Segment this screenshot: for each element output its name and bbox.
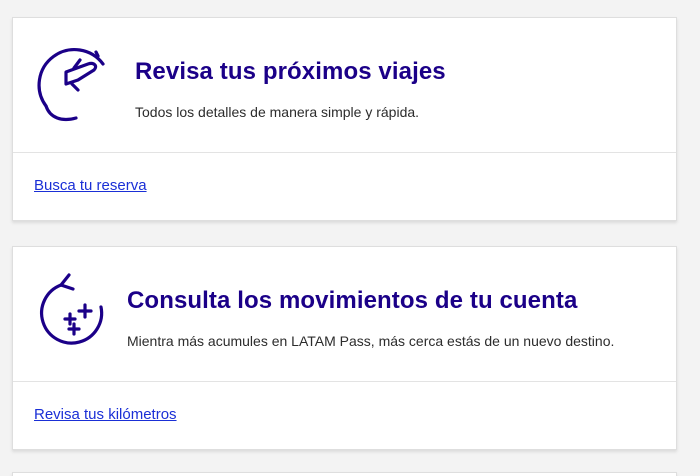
account-subtitle: Mientra más acumules en LATAM Pass, más … [127, 333, 615, 349]
account-card-footer: Revisa tus kilómetros [13, 382, 676, 451]
trips-subtitle: Todos los detalles de manera simple y rá… [135, 104, 420, 120]
trips-card: Revisa tus próximos viajes Todos los det… [12, 17, 677, 221]
trips-card-header: Revisa tus próximos viajes Todos los det… [13, 18, 676, 153]
next-card-edge [12, 472, 677, 476]
trips-title: Revisa tus próximos viajes [135, 58, 446, 85]
review-miles-link[interactable]: Revisa tus kilómetros [34, 406, 177, 423]
refresh-plus-icon [35, 271, 117, 355]
page: Revisa tus próximos viajes Todos los det… [0, 0, 700, 476]
account-title: Consulta los movimientos de tu cuenta [127, 287, 578, 314]
trips-card-footer: Busca tu reserva [13, 153, 676, 222]
plane-takeoff-icon [36, 42, 118, 126]
account-card: Consulta los movimientos de tu cuenta Mi… [12, 246, 677, 450]
account-card-header: Consulta los movimientos de tu cuenta Mi… [13, 247, 676, 382]
find-booking-link[interactable]: Busca tu reserva [34, 177, 147, 194]
